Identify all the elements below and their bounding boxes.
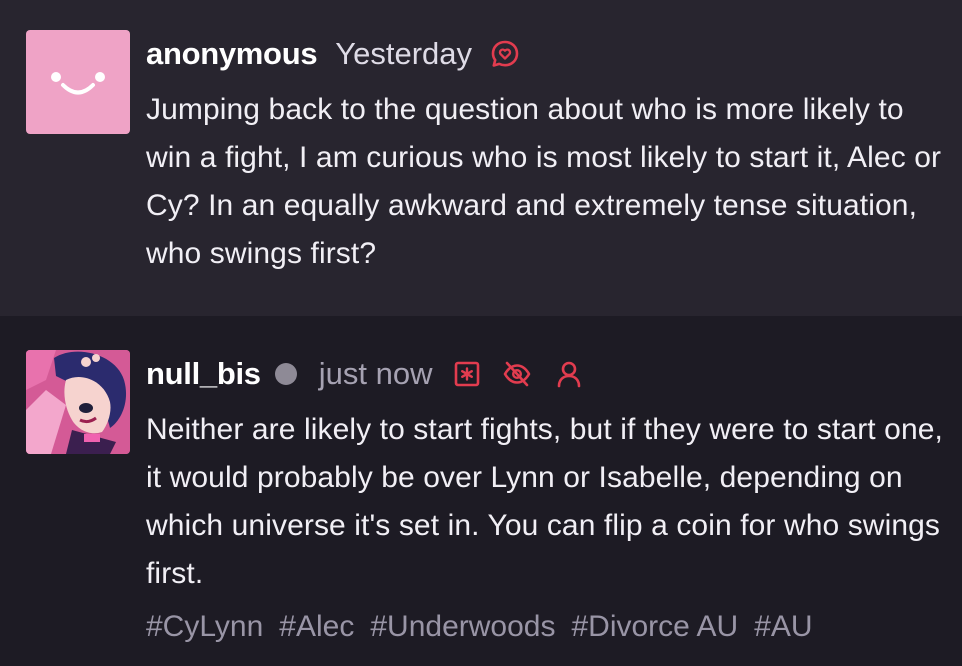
question-timestamp[interactable]: Yesterday [335, 36, 472, 72]
speech-heart-icon [490, 39, 520, 69]
answer-timestamp[interactable]: just now [319, 356, 433, 392]
eye-slash-icon[interactable] [502, 359, 532, 389]
answer-meta: null_bis just now [146, 350, 584, 398]
tag-list: #CyLynn #Alec #Underwoods #Divorce AU #A… [146, 610, 829, 644]
illustrated-character-avatar [26, 350, 130, 454]
tag-divorce-au[interactable]: #Divorce AU [571, 610, 738, 644]
null-bis-avatar[interactable] [26, 350, 130, 454]
question-meta: anonymous Yesterday [146, 30, 520, 78]
tag-cylynn[interactable]: #CyLynn [146, 610, 263, 644]
answer-post: null_bis just now Neither are likely to … [0, 316, 962, 666]
question-post: anonymous Yesterday Jumping back to the … [0, 0, 962, 316]
question-username[interactable]: anonymous [146, 36, 318, 72]
status-indicator [274, 363, 297, 385]
question-body: Jumping back to the question about who i… [146, 93, 942, 270]
tag-underwoods[interactable]: #Underwoods [370, 610, 555, 644]
ask-feed: anonymous Yesterday Jumping back to the … [0, 0, 962, 666]
answer-body: Neither are likely to start fights, but … [146, 413, 943, 590]
smiley-face-icon [51, 72, 105, 95]
answer-username[interactable]: null_bis [146, 356, 261, 392]
anonymous-avatar[interactable] [26, 30, 130, 134]
asterisk-box-icon[interactable] [452, 359, 482, 389]
user-icon[interactable] [554, 359, 584, 389]
tag-au[interactable]: #AU [754, 610, 812, 644]
tag-alec[interactable]: #Alec [279, 610, 354, 644]
